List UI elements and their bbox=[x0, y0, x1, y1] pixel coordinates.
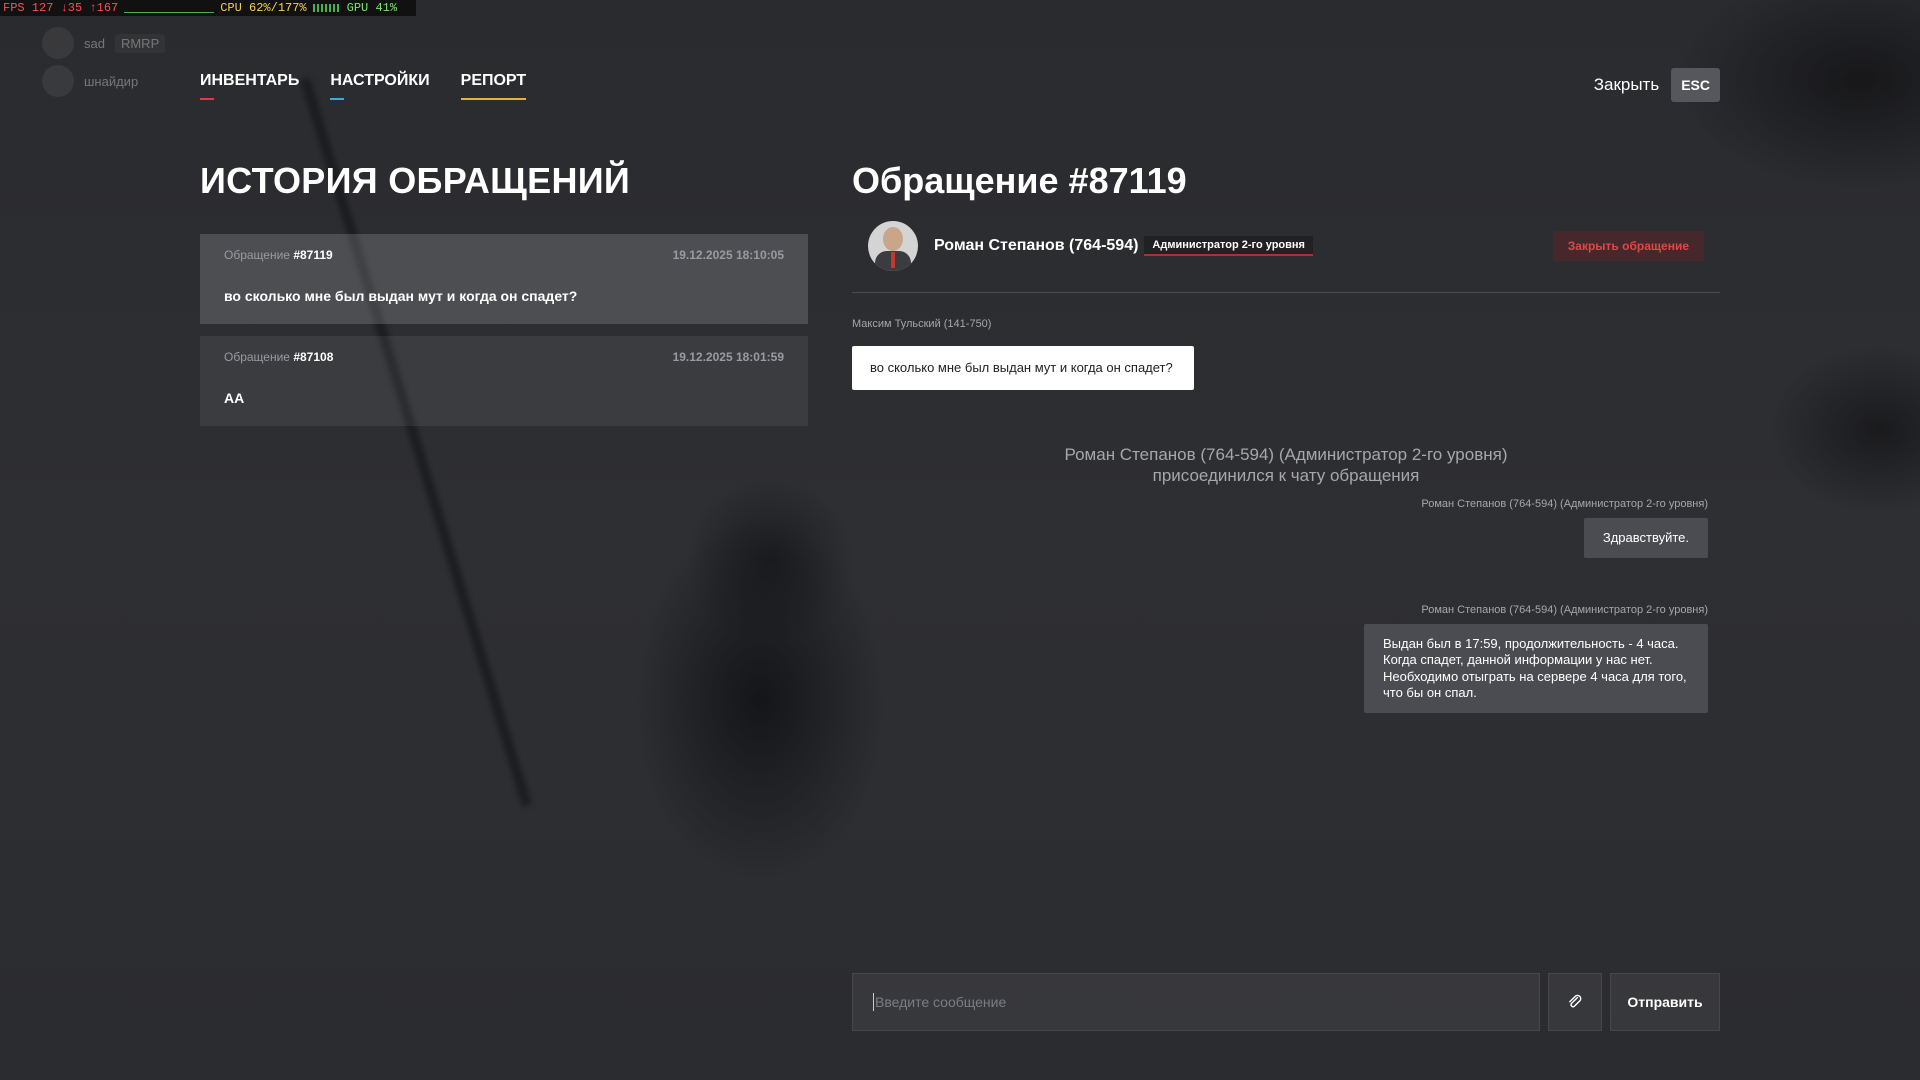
paperclip-icon bbox=[1569, 994, 1582, 1008]
text-caret bbox=[873, 993, 874, 1011]
voice-item: sad RMRP bbox=[42, 24, 166, 62]
ticket-item[interactable]: Обращение #87119 19.12.2025 18:10:05 во … bbox=[200, 234, 808, 324]
send-button[interactable]: Отправить bbox=[1610, 973, 1720, 1031]
esc-key-badge[interactable]: ESC bbox=[1671, 68, 1720, 102]
performance-overlay: FPS 127 ↓35 ↑167 CPU 62%/177% GPU 41% bbox=[0, 0, 416, 16]
tab-label: ИНВЕНТАРЬ bbox=[200, 72, 300, 89]
gpu-usage: GPU 41% bbox=[346, 1, 398, 15]
attach-button[interactable] bbox=[1548, 973, 1602, 1031]
input-placeholder: Введите сообщение bbox=[875, 994, 1007, 1010]
message-input[interactable]: Введите сообщение bbox=[852, 973, 1540, 1031]
message-author: Роман Степанов (764-594) (Администратор … bbox=[1421, 498, 1708, 510]
admin-message: Выдан был в 17:59, продолжительность - 4… bbox=[1364, 624, 1708, 713]
tab-report[interactable]: РЕПОРТ bbox=[460, 72, 527, 100]
close-ticket-button[interactable]: Закрыть обращение bbox=[1552, 231, 1704, 261]
avatar bbox=[42, 27, 74, 59]
user-message: во сколько мне был выдан мут и когда он … bbox=[852, 346, 1194, 391]
message-author: Максим Тульский (141-750) bbox=[852, 318, 992, 330]
ticket-preview: АА bbox=[224, 390, 245, 406]
ticket-preview: во сколько мне был выдан мут и когда он … bbox=[224, 288, 578, 304]
tab-label: РЕПОРТ bbox=[460, 72, 527, 89]
ticket-title: Обращение #87119 bbox=[852, 160, 1187, 201]
voice-tag: RMRP bbox=[114, 33, 166, 53]
system-message: Роман Степанов (764-594) (Администратор … bbox=[1064, 445, 1508, 486]
ticket-item[interactable]: Обращение #87108 19.12.2025 18:01:59 АА bbox=[200, 336, 808, 426]
close-menu: Закрыть ESC bbox=[1594, 68, 1720, 102]
tab-underline bbox=[460, 98, 527, 100]
chat-area: Максим Тульский (141-750) во сколько мне… bbox=[852, 293, 1720, 723]
cpu-usage: CPU 62%/177% bbox=[220, 1, 307, 15]
fps-counter: FPS 127 ↓35 ↑167 bbox=[3, 1, 119, 15]
tab-underline bbox=[200, 98, 214, 100]
tab-inventory[interactable]: ИНВЕНТАРЬ bbox=[200, 72, 299, 100]
voice-chat-hud: sad RMRP шнайдир bbox=[42, 24, 166, 100]
top-nav: ИНВЕНТАРЬ НАСТРОЙКИ РЕПОРТ bbox=[200, 72, 527, 100]
message-author: Роман Степанов (764-594) (Администратор … bbox=[1421, 604, 1708, 616]
voice-name: sad bbox=[84, 35, 105, 51]
voice-item: шнайдир bbox=[42, 62, 165, 100]
gpu-graph bbox=[312, 4, 341, 12]
admin-role-badge: Администратор 2-го уровня bbox=[1144, 236, 1313, 256]
tab-settings[interactable]: НАСТРОЙКИ bbox=[330, 72, 430, 100]
admin-avatar bbox=[868, 221, 918, 271]
avatar bbox=[42, 65, 74, 97]
history-title: ИСТОРИЯ ОБРАЩЕНИЙ bbox=[200, 160, 631, 201]
voice-name: шнайдир bbox=[84, 73, 139, 89]
close-button[interactable]: Закрыть bbox=[1594, 75, 1659, 95]
frametime-graph bbox=[124, 3, 215, 13]
ticket-history: ИСТОРИЯ ОБРАЩЕНИЙ Обращение #87119 19.12… bbox=[200, 160, 808, 438]
ticket-detail: Обращение #87119 Роман Степанов (764-594… bbox=[852, 160, 1720, 723]
ticket-date: 19.12.2025 18:01:59 bbox=[672, 350, 784, 364]
tab-label: НАСТРОЙКИ bbox=[330, 72, 430, 89]
message-composer: Введите сообщение Отправить bbox=[852, 973, 1720, 1031]
admin-bar: Роман Степанов (764-594) Администратор 2… bbox=[852, 220, 1720, 293]
admin-name: Роман Степанов (764-594) bbox=[934, 237, 1139, 254]
ticket-date: 19.12.2025 18:10:05 bbox=[672, 248, 784, 262]
admin-message: Здравствуйте. bbox=[1583, 518, 1708, 559]
tab-underline bbox=[330, 98, 345, 100]
